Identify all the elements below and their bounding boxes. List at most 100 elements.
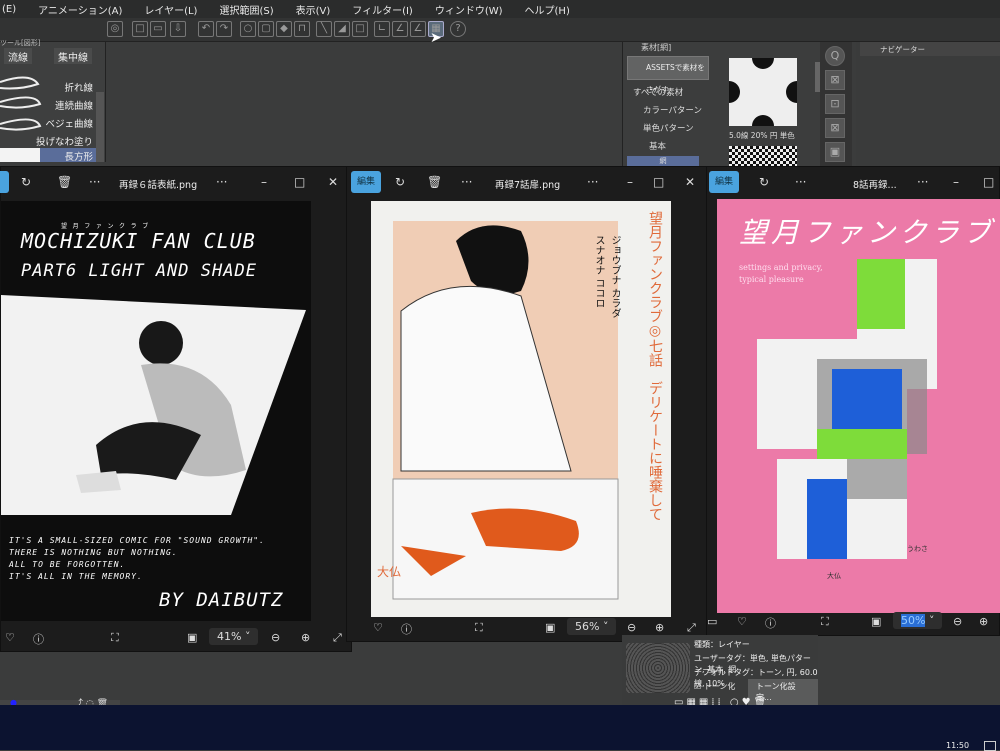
maximize-button[interactable]: □ bbox=[983, 175, 994, 189]
actual-size-icon[interactable]: ▣ bbox=[187, 631, 197, 644]
selection-border-icon[interactable]: □ bbox=[352, 21, 368, 37]
rotate-icon[interactable]: ↻ bbox=[395, 175, 405, 189]
edit-button[interactable] bbox=[0, 171, 9, 193]
snap-icon[interactable]: ∠ bbox=[392, 21, 408, 37]
caption-line: THERE IS NOTHING BUT NOTHING. bbox=[9, 548, 178, 557]
minimize-button[interactable]: – bbox=[261, 175, 267, 189]
clear-icon[interactable]: ○ bbox=[240, 21, 256, 37]
favorite-icon[interactable]: ♡ bbox=[737, 615, 747, 628]
zoom-in-icon[interactable]: ⊕ bbox=[301, 631, 310, 644]
fullscreen-icon[interactable]: ⤢ bbox=[687, 621, 696, 635]
fit-icon[interactable]: ⛶ bbox=[475, 621, 483, 635]
rotate-icon[interactable]: ↻ bbox=[759, 175, 769, 189]
subtool-continuous-curve[interactable]: 連続曲線 bbox=[55, 98, 93, 112]
zoom-select[interactable]: 50% ˅ bbox=[893, 612, 943, 629]
tone-preview bbox=[626, 643, 690, 693]
favorite-icon[interactable]: ♡ bbox=[5, 631, 15, 644]
save-icon[interactable]: ⇩ bbox=[170, 21, 186, 37]
zoom-select[interactable]: 56% ˅ bbox=[567, 618, 617, 635]
open-folder-icon[interactable]: ▭ bbox=[150, 21, 166, 37]
delete-icon[interactable]: 🗑 bbox=[427, 175, 442, 189]
search-icon[interactable]: Q bbox=[825, 46, 845, 66]
more-icon[interactable]: ··· bbox=[795, 175, 806, 189]
subtool-polyline[interactable]: 折れ線 bbox=[64, 80, 93, 94]
material-icon[interactable]: ⊠ bbox=[825, 118, 845, 138]
tree-basic[interactable]: 基本 bbox=[649, 140, 666, 152]
tree-color-pattern[interactable]: カラーパターン bbox=[643, 104, 702, 116]
menu-layer[interactable]: レイヤー(L) bbox=[144, 2, 197, 17]
zoom-out-icon[interactable]: ⊖ bbox=[627, 621, 636, 634]
material-icon[interactable]: ⊠ bbox=[825, 70, 845, 90]
filmstrip-icon[interactable]: ▭ bbox=[707, 615, 717, 628]
menu-edit[interactable]: (E) bbox=[2, 4, 16, 15]
deselect-icon[interactable]: ╲ bbox=[316, 21, 332, 37]
delete-icon[interactable]: 🗑 bbox=[57, 175, 72, 189]
tab-focus-lines[interactable]: 集中線 bbox=[54, 48, 92, 64]
fill-icon[interactable]: ◆ bbox=[276, 21, 292, 37]
tone-thumbnail[interactable] bbox=[729, 58, 797, 126]
navigator-tab[interactable]: ナビゲーター bbox=[860, 42, 1000, 56]
rotate-icon[interactable]: ↻ bbox=[21, 175, 31, 189]
help-icon[interactable]: ? bbox=[450, 21, 466, 37]
menu-filter[interactable]: フィルター(I) bbox=[352, 2, 413, 17]
menu-animation[interactable]: アニメーション(A) bbox=[38, 2, 122, 17]
actual-size-icon[interactable]: ▣ bbox=[871, 615, 881, 628]
close-button[interactable]: ✕ bbox=[328, 175, 338, 189]
info-icon[interactable]: ⓘ bbox=[765, 615, 776, 631]
edit-button[interactable]: 編集 bbox=[351, 171, 382, 193]
info-icon[interactable]: ⓘ bbox=[401, 621, 412, 637]
thumbnail-caption: 5.0線 20% 円 単色 bbox=[729, 131, 795, 140]
maximize-button[interactable]: □ bbox=[294, 175, 305, 189]
folder-icon[interactable]: ▣ bbox=[825, 142, 845, 162]
menu-selection[interactable]: 選択範囲(S) bbox=[219, 2, 273, 17]
crop-icon[interactable]: ⊓ bbox=[294, 21, 310, 37]
tree-screen[interactable]: 網 bbox=[627, 156, 699, 166]
fit-icon[interactable]: ⛶ bbox=[111, 631, 119, 645]
subtool-rectangle[interactable]: 長方形 bbox=[64, 149, 93, 163]
more-icon[interactable]: ··· bbox=[216, 175, 227, 189]
menu-window[interactable]: ウィンドウ(W) bbox=[435, 2, 503, 17]
clock: 11:50 bbox=[946, 741, 970, 750]
tree-all-materials[interactable]: すべての素材 bbox=[633, 86, 683, 98]
menu-view[interactable]: 表示(V) bbox=[296, 2, 331, 17]
zoom-select[interactable]: 41% ˅ bbox=[209, 628, 259, 645]
info-icon[interactable]: ⓘ bbox=[33, 631, 44, 647]
zoom-out-icon[interactable]: ⊖ bbox=[271, 631, 280, 644]
subtool-bezier[interactable]: ベジェ曲線 bbox=[45, 116, 93, 130]
subtool-lasso-fill[interactable]: 投げなわ塗り bbox=[36, 134, 93, 148]
snap-special-icon[interactable]: ∠ bbox=[410, 21, 426, 37]
tab-speed-lines[interactable]: 流線 bbox=[4, 48, 32, 64]
ruler-icon[interactable]: ∟ bbox=[374, 21, 390, 37]
close-button[interactable]: ✕ bbox=[685, 175, 695, 189]
tree-mono-pattern[interactable]: 単色パターン bbox=[643, 122, 694, 134]
zoom-out-icon[interactable]: ⊖ bbox=[953, 615, 962, 628]
invert-selection-icon[interactable]: ◢ bbox=[334, 21, 350, 37]
tone-checkbox[interactable]: ☑ トーン化 bbox=[694, 681, 735, 692]
edit-button[interactable]: 編集 bbox=[709, 171, 740, 193]
fit-icon[interactable]: ⛶ bbox=[821, 615, 829, 629]
image-viewer-window-1: ↻ 🗑 ··· 再録６話表紙.png ··· – □ ✕ 望 月 フ ァ ン ク… bbox=[0, 166, 352, 652]
minimize-button[interactable]: – bbox=[953, 175, 959, 189]
fullscreen-icon[interactable]: ⤢ bbox=[333, 631, 342, 645]
more-icon[interactable]: ··· bbox=[89, 175, 100, 189]
minimize-button[interactable]: – bbox=[627, 175, 633, 189]
tone-thumbnail-2[interactable] bbox=[729, 146, 797, 166]
material-icon[interactable]: ⊡ bbox=[825, 94, 845, 114]
actual-size-icon[interactable]: ▣ bbox=[545, 621, 555, 634]
clip-studio-icon[interactable]: ◎ bbox=[107, 21, 123, 37]
zoom-in-icon[interactable]: ⊕ bbox=[655, 621, 664, 634]
assets-search-button[interactable]: ASSETSで素材をさがす bbox=[627, 56, 709, 94]
scrollbar[interactable] bbox=[96, 92, 104, 162]
maximize-button[interactable]: □ bbox=[653, 175, 664, 189]
new-file-icon[interactable]: □ bbox=[132, 21, 148, 37]
more-icon[interactable]: ··· bbox=[461, 175, 472, 189]
more-icon[interactable]: ··· bbox=[917, 175, 928, 189]
taskbar: 11:50 bbox=[0, 705, 1000, 751]
transform-icon[interactable]: ▢ bbox=[258, 21, 274, 37]
zoom-in-icon[interactable]: ⊕ bbox=[979, 615, 988, 628]
favorite-icon[interactable]: ♡ bbox=[373, 621, 383, 634]
more-icon[interactable]: ··· bbox=[587, 175, 598, 189]
redo-icon[interactable]: ↷ bbox=[216, 21, 232, 37]
menu-help[interactable]: ヘルプ(H) bbox=[525, 2, 570, 17]
undo-icon[interactable]: ↶ bbox=[198, 21, 214, 37]
